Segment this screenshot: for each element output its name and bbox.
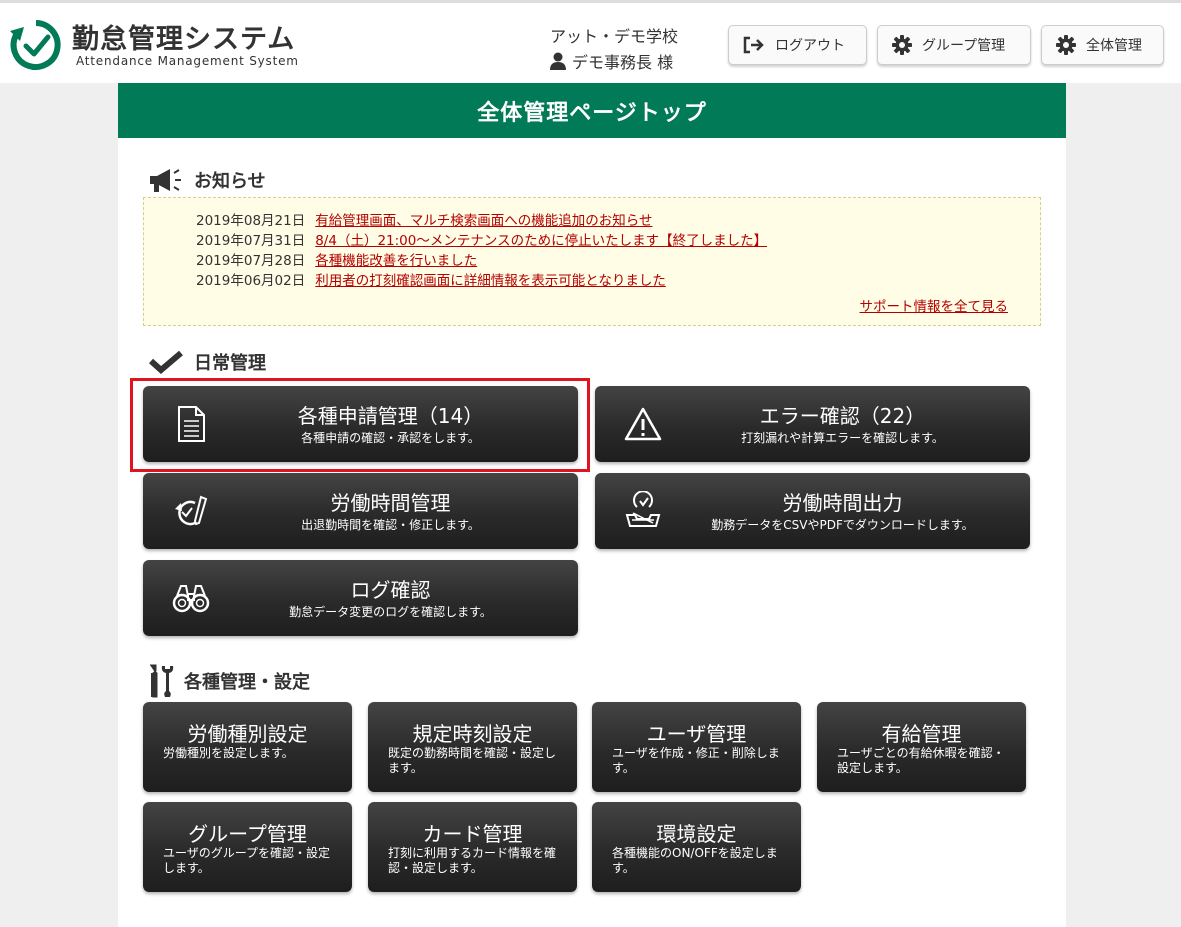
megaphone-icon xyxy=(150,169,181,192)
notice-link[interactable]: 有給管理画面、マルチ検索画面への機能追加のお知らせ xyxy=(315,209,652,229)
notice-date: 2019年06月02日 xyxy=(196,273,306,289)
log-check-button[interactable]: ログ確認 勤怠データ変更のログを確認します。 xyxy=(143,560,578,636)
gear-icon xyxy=(892,35,912,55)
button-description: 労働種別を設定します。 xyxy=(163,746,294,760)
notices-heading: お知らせ xyxy=(148,167,266,193)
button-description: 勤怠データ変更のログを確認します。 xyxy=(289,605,492,619)
button-title: グループ管理 xyxy=(188,822,307,846)
button-description: 既定の勤務時間を確認・設定します。 xyxy=(388,746,557,775)
user-name: デモ事務長 様 xyxy=(572,53,674,72)
user-management-button[interactable]: ユーザ管理 ユーザを作成・修正・削除します。 xyxy=(592,702,801,792)
button-description: ユーザのグループを確認・設定します。 xyxy=(163,846,331,875)
main-panel: 全体管理ページトップ お知らせ 2019年08月21日 有給管理画面、マルチ検索… xyxy=(118,83,1066,927)
notice-box: 2019年08月21日 有給管理画面、マルチ検索画面への機能追加のお知らせ 20… xyxy=(143,197,1041,326)
user-icon xyxy=(550,52,566,70)
tools-icon xyxy=(150,664,174,698)
button-description: 打刻漏れや計算エラーを確認します。 xyxy=(741,431,944,445)
card-management-button[interactable]: カード管理 打刻に利用するカード情報を確認・設定します。 xyxy=(368,802,577,892)
working-hours-management-button[interactable]: 労働時間管理 出退勤時間を確認・修正します。 xyxy=(143,473,578,549)
notice-date: 2019年08月21日 xyxy=(196,213,306,229)
button-description: ユーザを作成・修正・削除します。 xyxy=(612,746,780,775)
group-management-label: グループ管理 xyxy=(922,38,1006,54)
daily-heading: 日常管理 xyxy=(148,349,266,375)
app-title: 勤怠管理システム xyxy=(72,24,296,55)
notices-heading-label: お知らせ xyxy=(194,171,266,192)
gear-icon xyxy=(1056,35,1076,55)
notice-item: 2019年07月31日 8/4（土）21:00～メンテナンスのために停止いたしま… xyxy=(196,229,767,249)
page-title: 全体管理ページトップ xyxy=(118,83,1066,138)
button-title: 労働時間出力 xyxy=(782,491,903,515)
app-header: 勤怠管理システム Attendance Management System アッ… xyxy=(0,0,1181,83)
admin-button[interactable]: 全体管理 xyxy=(1041,25,1164,65)
standard-time-settings-button[interactable]: 規定時刻設定 既定の勤務時間を確認・設定します。 xyxy=(368,702,577,792)
button-title: カード管理 xyxy=(422,822,523,846)
notice-item: 2019年07月28日 各種機能改善を行いました xyxy=(196,249,477,269)
notice-date: 2019年07月31日 xyxy=(196,233,306,249)
button-description: 勤務データをCSVやPDFでダウンロードします。 xyxy=(711,518,974,532)
button-description: 打刻に利用するカード情報を確認・設定します。 xyxy=(388,846,557,875)
settings-heading-label: 各種管理・設定 xyxy=(184,672,310,693)
button-description: 各種機能のON/OFFを設定します。 xyxy=(612,846,778,875)
error-check-button[interactable]: エラー確認（22） 打刻漏れや計算エラーを確認します。 xyxy=(595,386,1030,462)
app-subtitle: Attendance Management System xyxy=(76,54,299,68)
button-title: 環境設定 xyxy=(656,822,737,846)
checkmark-icon xyxy=(148,350,183,374)
daily-heading-label: 日常管理 xyxy=(194,353,266,374)
button-title: 各種申請管理（14） xyxy=(297,404,484,428)
button-description: ユーザごとの有給休暇を確認・設定します。 xyxy=(837,746,1005,775)
logout-button[interactable]: ログアウト xyxy=(728,25,867,65)
work-type-settings-button[interactable]: 労働種別設定 労働種別を設定します。 xyxy=(143,702,352,792)
button-description: 出退勤時間を確認・修正します。 xyxy=(301,518,480,532)
paid-leave-management-button[interactable]: 有給管理 ユーザごとの有給休暇を確認・設定します。 xyxy=(817,702,1026,792)
notice-link[interactable]: 利用者の打刻確認画面に詳細情報を表示可能となりました xyxy=(315,269,666,289)
notice-link[interactable]: 8/4（土）21:00～メンテナンスのために停止いたします【終了しました】 xyxy=(315,229,767,249)
school-name: アット・デモ学校 xyxy=(550,27,679,46)
group-settings-button[interactable]: グループ管理 ユーザのグループを確認・設定します。 xyxy=(143,802,352,892)
notice-item: 2019年06月02日 利用者の打刻確認画面に詳細情報を表示可能となりました xyxy=(196,269,666,289)
button-title: 労働種別設定 xyxy=(187,722,308,746)
notice-item: 2019年08月21日 有給管理画面、マルチ検索画面への機能追加のお知らせ xyxy=(196,209,652,229)
logout-icon xyxy=(743,36,764,54)
settings-heading: 各種管理・設定 xyxy=(148,663,310,699)
working-hours-output-button[interactable]: 労働時間出力 勤務データをCSVやPDFでダウンロードします。 xyxy=(595,473,1030,549)
application-management-button[interactable]: 各種申請管理（14） 各種申請の確認・承認をします。 xyxy=(143,386,578,462)
all-support-link[interactable]: サポート情報を全て見る xyxy=(860,295,1009,315)
button-title: 有給管理 xyxy=(881,722,962,746)
button-title: 労働時間管理 xyxy=(330,491,451,515)
admin-label: 全体管理 xyxy=(1086,38,1142,54)
button-title: ログ確認 xyxy=(350,578,431,602)
notice-date: 2019年07月28日 xyxy=(196,253,306,269)
button-title: 規定時刻設定 xyxy=(412,722,533,746)
notice-link[interactable]: 各種機能改善を行いました xyxy=(315,249,477,269)
environment-settings-button[interactable]: 環境設定 各種機能のON/OFFを設定します。 xyxy=(592,802,801,892)
button-title: エラー確認（22） xyxy=(759,404,926,428)
button-title: ユーザ管理 xyxy=(646,722,747,746)
group-management-button[interactable]: グループ管理 xyxy=(877,25,1031,65)
logout-label: ログアウト xyxy=(775,38,845,54)
clock-check-logo-icon xyxy=(10,20,61,70)
user-info: デモ事務長 様 xyxy=(550,49,673,73)
button-description: 各種申請の確認・承認をします。 xyxy=(301,431,480,445)
